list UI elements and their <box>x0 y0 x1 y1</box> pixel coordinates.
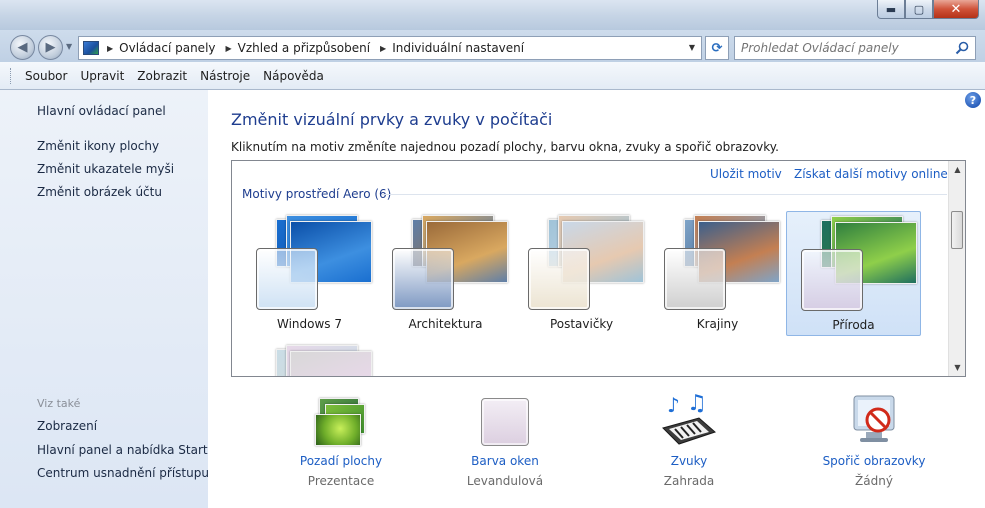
theme-label: Architektura <box>408 317 483 331</box>
window-color-swatch <box>528 248 590 310</box>
theme-preview <box>242 341 377 376</box>
scroll-up-button[interactable]: ▲ <box>949 161 965 178</box>
sidebar: Hlavní ovládací panel Změnit ikony ploch… <box>0 90 209 508</box>
wallpaper-thumbnail <box>290 351 372 376</box>
navigation-bar: ◀ ▶ ▼ ▶ Ovládací panely ▶ Vzhled a přizp… <box>0 30 985 62</box>
recent-pages-dropdown-icon[interactable]: ▼ <box>66 42 72 51</box>
theme-preview <box>787 212 922 312</box>
theme-label: Krajiny <box>696 317 739 331</box>
sidebar-link-desktop-icons[interactable]: Změnit ikony plochy <box>37 139 159 153</box>
save-theme-link[interactable]: Uložit motiv <box>710 167 782 181</box>
menu-view[interactable]: Zobrazit <box>137 69 187 83</box>
theme-label: Windows 7 <box>276 317 342 331</box>
maximize-button[interactable]: ▢ <box>905 0 933 19</box>
chevron-right-icon[interactable]: ▶ <box>226 44 232 53</box>
minimize-button[interactable]: ▬ <box>877 0 905 19</box>
sounds-value: Zahrada <box>663 474 715 488</box>
screensaver-value: Žádný <box>855 474 893 488</box>
address-dropdown-icon[interactable]: ▼ <box>689 43 695 52</box>
menu-file[interactable]: Soubor <box>25 69 67 83</box>
breadcrumb-personalization[interactable]: Individuální nastavení <box>392 41 524 55</box>
screensaver-icon[interactable] <box>844 392 904 448</box>
desktop-background-link[interactable]: Pozadí plochy <box>261 454 421 468</box>
theme-item[interactable]: Windows 7 <box>242 211 377 336</box>
get-more-themes-link[interactable]: Získat další motivy online <box>794 167 948 181</box>
theme-item[interactable]: Krajiny <box>650 211 785 336</box>
theme-preview <box>650 211 785 311</box>
breadcrumb-control-panel[interactable]: Ovládací panely <box>119 41 215 55</box>
sidebar-link-taskbar[interactable]: Hlavní panel a nabídka Start <box>37 443 208 457</box>
window-color-swatch <box>664 248 726 310</box>
svg-text:♫: ♫ <box>687 392 707 416</box>
window-color-link[interactable]: Barva oken <box>425 454 585 468</box>
theme-preview <box>514 211 649 311</box>
menu-help[interactable]: Nápověda <box>263 69 324 83</box>
chevron-right-icon[interactable]: ▶ <box>380 44 386 53</box>
window-color-icon[interactable] <box>475 392 535 448</box>
back-button[interactable]: ◀ <box>10 35 35 60</box>
search-input[interactable] <box>741 41 951 55</box>
sidebar-link-ease-of-access[interactable]: Centrum usnadnění přístupu <box>37 466 209 480</box>
theme-group-header[interactable]: Motivy prostředí Aero (6) <box>242 187 391 201</box>
sounds-setting[interactable]: ♪ ♫ Zvuky Zahrada <box>609 391 769 488</box>
breadcrumb-appearance[interactable]: Vzhled a přizpůsobení <box>238 41 370 55</box>
screensaver-setting[interactable]: Spořič obrazovky Žádný <box>794 392 954 488</box>
control-panel-icon <box>83 41 99 55</box>
desktop-background-icon[interactable] <box>311 392 371 448</box>
page-description: Kliknutím na motiv změníte najednou poza… <box>231 140 779 154</box>
theme-item[interactable]: Příroda <box>786 211 921 336</box>
window-color-swatch <box>801 249 863 311</box>
desktop-background-value: Prezentace <box>307 474 375 488</box>
sounds-link[interactable]: Zvuky <box>609 454 769 468</box>
page-title: Změnit vizuální prvky a zvuky v počítači <box>231 110 553 129</box>
close-button[interactable]: ✕ <box>933 0 979 19</box>
caption-buttons: ▬ ▢ ✕ <box>877 0 979 20</box>
main-content: ? Změnit vizuální prvky a zvuky v počíta… <box>208 90 985 508</box>
theme-label: Příroda <box>832 318 875 332</box>
sidebar-link-control-panel-home[interactable]: Hlavní ovládací panel <box>37 104 166 118</box>
menu-tools[interactable]: Nástroje <box>200 69 250 83</box>
scroll-down-button[interactable]: ▼ <box>949 359 965 376</box>
scrollbar[interactable]: ▲ ▼ <box>948 161 965 376</box>
menu-bar: Soubor Upravit Zobrazit Nástroje Nápověd… <box>0 62 985 90</box>
title-bar: ▬ ▢ ✕ <box>0 0 985 30</box>
theme-preview <box>378 211 513 311</box>
search-icon[interactable] <box>955 41 969 55</box>
sidebar-link-account-picture[interactable]: Změnit obrázek účtu <box>37 185 162 199</box>
sidebar-link-display[interactable]: Zobrazení <box>37 419 97 433</box>
window-color-setting[interactable]: Barva oken Levandulová <box>425 392 585 488</box>
theme-item[interactable]: Postavičky <box>514 211 649 336</box>
chevron-right-icon[interactable]: ▶ <box>107 44 113 53</box>
theme-item[interactable] <box>242 341 377 376</box>
address-bar[interactable]: ▶ Ovládací panely ▶ Vzhled a přizpůsoben… <box>78 36 702 60</box>
window-color-swatch <box>392 248 454 310</box>
help-icon[interactable]: ? <box>965 92 981 108</box>
theme-label: Postavičky <box>549 317 614 331</box>
sounds-icon[interactable]: ♪ ♫ <box>659 391 719 448</box>
menu-edit[interactable]: Upravit <box>80 69 124 83</box>
search-box <box>734 36 976 60</box>
scroll-thumb[interactable] <box>951 211 963 249</box>
forward-button[interactable]: ▶ <box>38 35 63 60</box>
group-divider <box>382 194 947 195</box>
window-color-swatch <box>256 248 318 310</box>
theme-preview <box>242 211 377 311</box>
theme-item[interactable]: Architektura <box>378 211 513 336</box>
desktop-background-setting[interactable]: Pozadí plochy Prezentace <box>261 392 421 488</box>
window-color-value: Levandulová <box>466 474 544 488</box>
refresh-button[interactable]: ⟳ <box>705 36 729 60</box>
toolbar-grip <box>10 67 13 84</box>
sidebar-link-mouse-pointers[interactable]: Změnit ukazatele myši <box>37 162 174 176</box>
screensaver-link[interactable]: Spořič obrazovky <box>794 454 954 468</box>
themes-list: Uložit motiv Získat další motivy online … <box>231 160 966 377</box>
see-also-heading: Viz také <box>37 397 81 410</box>
svg-text:♪: ♪ <box>667 393 680 417</box>
